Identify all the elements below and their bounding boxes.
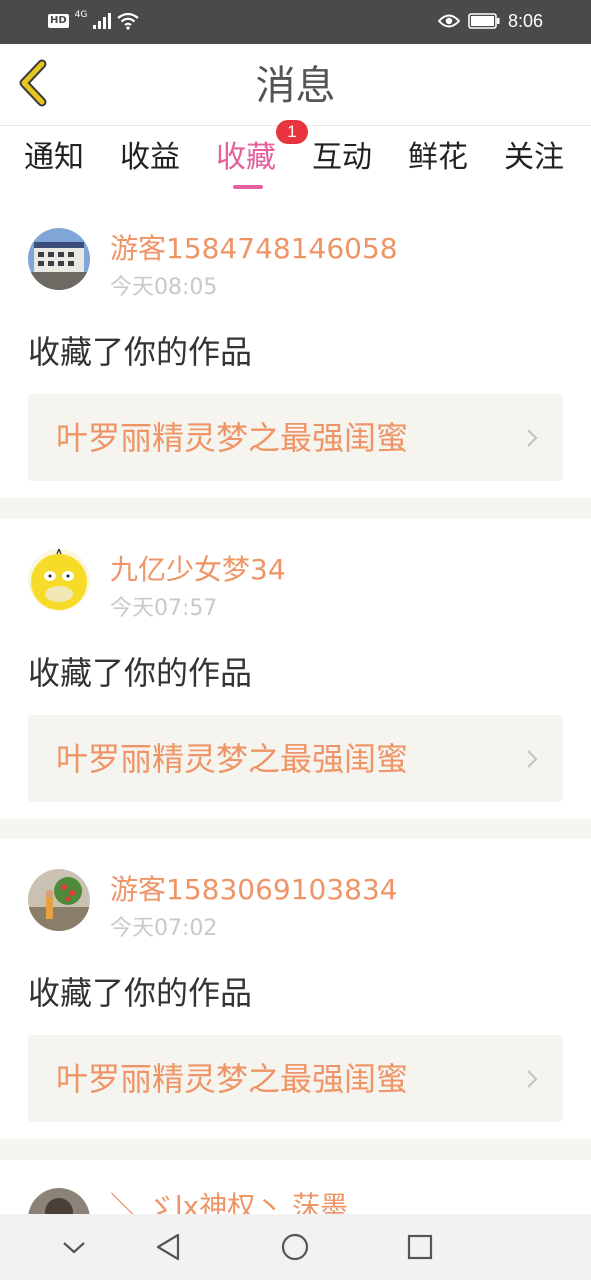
message-card: 游客1584748146058 今天08:05 收藏了你的作品 叶罗丽精灵梦之最… <box>0 198 591 498</box>
timestamp: 今天07:57 <box>110 596 218 621</box>
status-bar: HD 4G 8:06 <box>0 0 591 44</box>
work-title: 叶罗丽精灵梦之最强闺蜜 <box>56 419 409 457</box>
tab-bar: 通知 收益 收藏 1 互动 鲜花 关注 <box>0 120 591 198</box>
message-card: 九亿少女梦34 今天07:57 收藏了你的作品 叶罗丽精灵梦之最强闺蜜 <box>0 519 591 819</box>
chevron-right-icon <box>527 1070 538 1088</box>
tab-earnings[interactable]: 收益 <box>120 138 180 178</box>
work-link[interactable]: 叶罗丽精灵梦之最强闺蜜 <box>28 1035 563 1122</box>
tab-flowers[interactable]: 鲜花 <box>408 138 468 178</box>
chevron-down-icon[interactable] <box>57 1230 91 1264</box>
avatar[interactable] <box>28 1188 90 1214</box>
message-card: 游客1583069103834 今天07:02 收藏了你的作品 叶罗丽精灵梦之最… <box>0 839 591 1139</box>
tab-follows[interactable]: 关注 <box>504 138 564 178</box>
unread-badge: 1 <box>276 120 308 144</box>
action-text: 收藏了你的作品 <box>28 333 253 371</box>
work-link[interactable]: 叶罗丽精灵梦之最强闺蜜 <box>28 715 563 802</box>
timestamp: 今天08:05 <box>110 275 218 300</box>
work-title: 叶罗丽精灵梦之最强闺蜜 <box>56 740 409 778</box>
tab-notifications[interactable]: 通知 <box>24 138 84 178</box>
status-bar-left: HD 4G <box>48 10 140 30</box>
back-triangle-icon[interactable] <box>152 1230 186 1264</box>
recents-square-icon[interactable] <box>403 1230 437 1264</box>
username[interactable]: ＼ ゞlx神权丶 莯墨 <box>110 1190 348 1214</box>
tab-interactions[interactable]: 互动 <box>312 138 372 178</box>
home-circle-icon[interactable] <box>278 1230 312 1264</box>
action-text: 收藏了你的作品 <box>28 654 253 692</box>
status-bar-right: 8:06 <box>437 10 543 32</box>
avatar[interactable] <box>28 869 90 931</box>
message-card: ＼ ゞlx神权丶 莯墨 <box>0 1160 591 1214</box>
tab-favorites[interactable]: 收藏 <box>216 138 276 178</box>
action-text: 收藏了你的作品 <box>28 974 253 1012</box>
active-tab-indicator <box>233 185 263 189</box>
username[interactable]: 游客1583069103834 <box>110 873 398 907</box>
battery-icon <box>468 13 500 29</box>
avatar[interactable] <box>28 549 90 611</box>
wifi-icon <box>117 12 140 30</box>
system-nav-bar <box>0 1214 591 1280</box>
avatar[interactable] <box>28 228 90 290</box>
work-title: 叶罗丽精灵梦之最强闺蜜 <box>56 1060 409 1098</box>
username[interactable]: 游客1584748146058 <box>110 232 398 266</box>
timestamp: 今天07:02 <box>110 916 218 941</box>
chevron-right-icon <box>527 750 538 768</box>
eye-icon <box>437 14 460 28</box>
chevron-right-icon <box>527 429 538 447</box>
network-type: 4G <box>74 10 88 20</box>
hd-indicator: HD <box>48 14 69 28</box>
work-link[interactable]: 叶罗丽精灵梦之最强闺蜜 <box>28 394 563 481</box>
page-header: 消息 <box>0 44 591 126</box>
clock: 8:06 <box>507 11 543 31</box>
signal-icon <box>93 13 112 29</box>
page-title: 消息 <box>255 63 336 109</box>
username[interactable]: 九亿少女梦34 <box>110 553 286 587</box>
